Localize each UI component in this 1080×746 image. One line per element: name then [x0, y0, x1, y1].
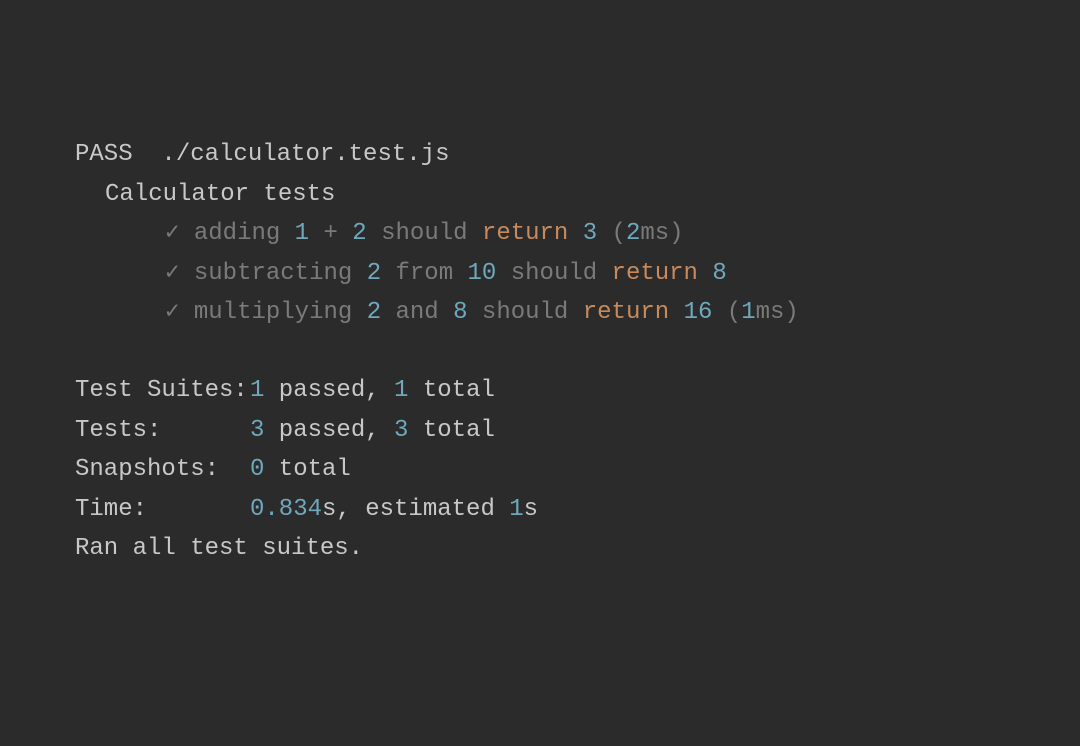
- test-file-path: ./calculator.test.js: [161, 141, 449, 168]
- count-total: 1: [394, 377, 408, 404]
- number-literal: 2: [352, 220, 366, 247]
- test-text: [698, 260, 712, 287]
- count-passed: 1: [250, 377, 264, 404]
- test-text: [669, 299, 683, 326]
- timing-unit: ms): [640, 220, 683, 247]
- test-result-row: ✓ adding 1 + 2 should return 3 (2ms): [75, 214, 1080, 254]
- test-file-header: PASS ./calculator.test.js: [75, 135, 1080, 175]
- keyword-return: return: [583, 299, 669, 326]
- summary-value: 1 passed, 1 total: [250, 371, 495, 411]
- test-result-row: ✓ subtracting 2 from 10 should return 8: [75, 254, 1080, 294]
- summary-label: Time:: [75, 490, 250, 530]
- summary-label: Test Suites:: [75, 371, 250, 411]
- number-literal: 2: [367, 299, 381, 326]
- number-literal: 16: [684, 299, 713, 326]
- timing-value: 2: [626, 220, 640, 247]
- count-passed: 3: [250, 417, 264, 444]
- test-text: from: [381, 260, 467, 287]
- number-literal: 3: [583, 220, 597, 247]
- summary-value: 0.834s, estimated 1s: [250, 490, 538, 530]
- time-unit: s: [322, 496, 336, 523]
- test-text: and: [381, 299, 453, 326]
- summary-label: Snapshots:: [75, 450, 250, 490]
- check-icon: ✓: [165, 293, 179, 333]
- timing-value: 1: [741, 299, 755, 326]
- summary-block: Test Suites: 1 passed, 1 total Tests: 3 …: [75, 371, 1080, 569]
- check-icon: ✓: [165, 214, 179, 254]
- summary-label: Tests:: [75, 411, 250, 451]
- timing-open: (: [597, 220, 626, 247]
- test-text: +: [309, 220, 352, 247]
- summary-value: 3 passed, 3 total: [250, 411, 495, 451]
- number-literal: 8: [453, 299, 467, 326]
- keyword-return: return: [612, 260, 698, 287]
- test-text: subtracting: [179, 260, 366, 287]
- summary-text: total: [408, 417, 494, 444]
- number-literal: 1: [295, 220, 309, 247]
- number-literal: 10: [468, 260, 497, 287]
- test-text: should: [496, 260, 611, 287]
- time-estimated: 1: [509, 496, 523, 523]
- summary-text: passed: [264, 377, 365, 404]
- check-icon: ✓: [165, 254, 179, 294]
- summary-text: ,: [365, 377, 394, 404]
- timing-open: (: [712, 299, 741, 326]
- number-literal: 2: [367, 260, 381, 287]
- test-text: multiplying: [179, 299, 366, 326]
- summary-text: ,: [365, 417, 394, 444]
- summary-text: total: [264, 456, 350, 483]
- summary-text: passed: [264, 417, 365, 444]
- pass-badge: PASS: [75, 141, 133, 168]
- summary-test-suites: Test Suites: 1 passed, 1 total: [75, 371, 1080, 411]
- summary-value: 0 total: [250, 450, 351, 490]
- number-literal: 8: [712, 260, 726, 287]
- summary-text: total: [408, 377, 494, 404]
- summary-snapshots: Snapshots: 0 total: [75, 450, 1080, 490]
- test-text: should: [468, 299, 583, 326]
- keyword-return: return: [482, 220, 568, 247]
- test-suite-name: Calculator tests: [75, 175, 1080, 215]
- test-result-row: ✓ multiplying 2 and 8 should return 16 (…: [75, 293, 1080, 333]
- separator: [133, 141, 162, 168]
- test-text: adding: [179, 220, 294, 247]
- time-value: 0.834: [250, 496, 322, 523]
- timing-unit: ms): [756, 299, 799, 326]
- terminal-output: PASS ./calculator.test.js Calculator tes…: [75, 135, 1080, 569]
- summary-time: Time: 0.834s, estimated 1s: [75, 490, 1080, 530]
- time-unit: s: [524, 496, 538, 523]
- summary-tests: Tests: 3 passed, 3 total: [75, 411, 1080, 451]
- test-text: [568, 220, 582, 247]
- count-total: 0: [250, 456, 264, 483]
- summary-text: , estimated: [336, 496, 509, 523]
- summary-footer: Ran all test suites.: [75, 529, 1080, 569]
- count-total: 3: [394, 417, 408, 444]
- test-text: should: [367, 220, 482, 247]
